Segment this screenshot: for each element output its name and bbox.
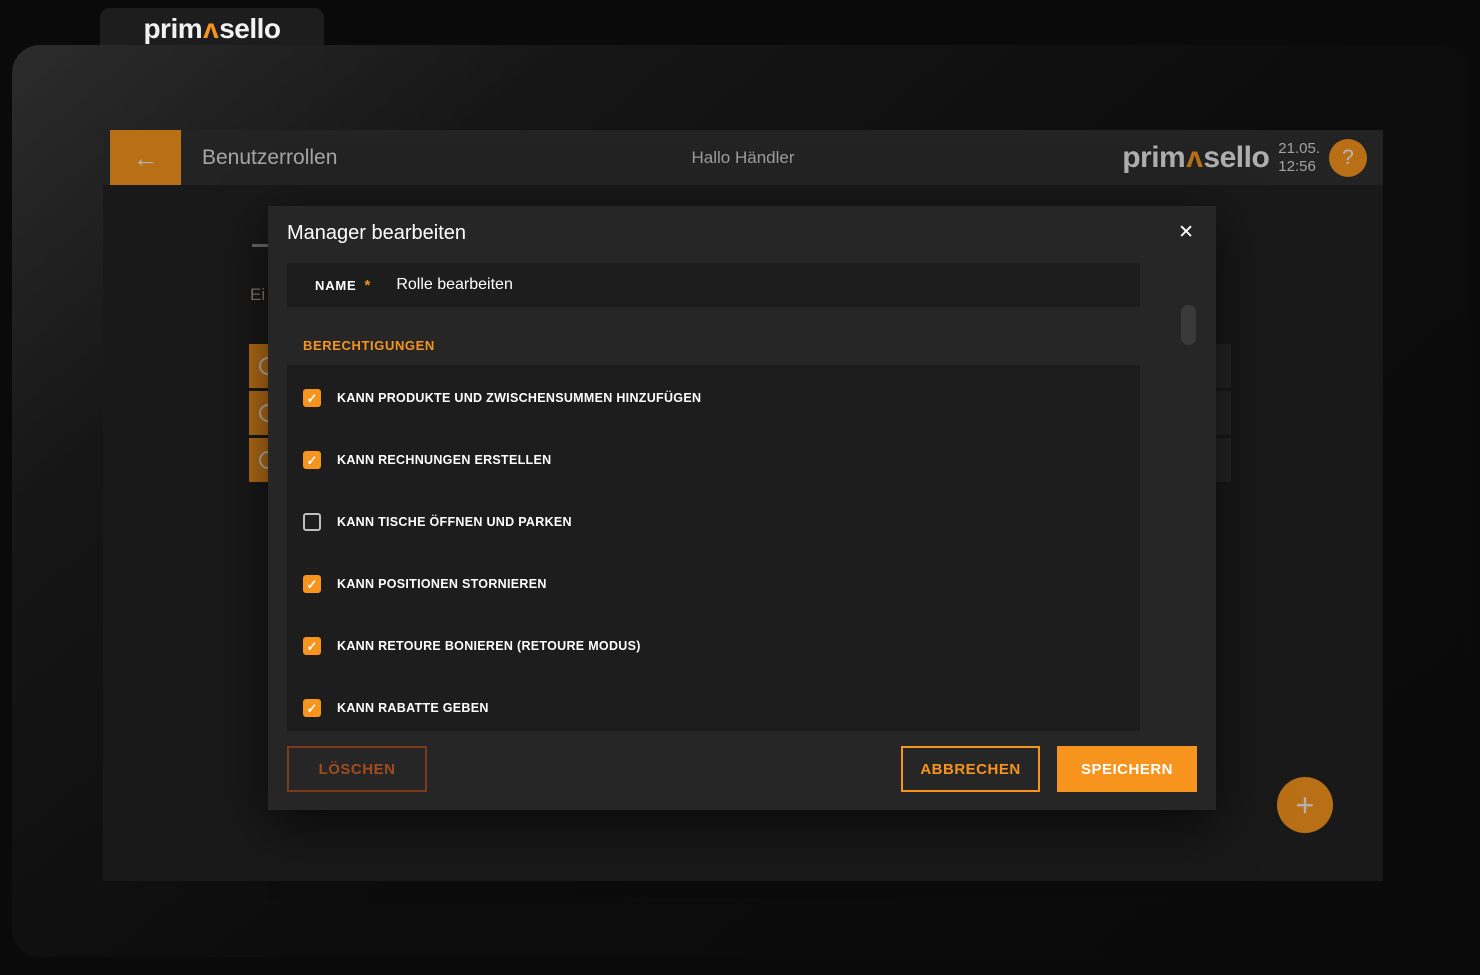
checkbox-unchecked-icon[interactable] <box>303 513 321 531</box>
name-input[interactable]: NAME * Rolle bearbeiten <box>287 263 1140 307</box>
checkmark-icon: ✓ <box>307 702 318 715</box>
edit-role-modal: Manager bearbeiten ✕ NAME * Rolle bearbe… <box>268 206 1216 810</box>
checkbox-checked-icon[interactable]: ✓ <box>303 637 321 655</box>
permission-label: KANN POSITIONEN STORNIEREN <box>337 577 547 591</box>
name-field-label: NAME <box>315 278 356 293</box>
delete-button[interactable]: LÖSCHEN <box>287 746 427 792</box>
close-icon: ✕ <box>1178 222 1194 243</box>
checkmark-icon: ✓ <box>307 454 318 467</box>
permission-row: ✓ KANN POSITIONEN STORNIEREN <box>287 572 1140 596</box>
brand-logo: primʌsello <box>143 13 280 45</box>
checkmark-icon: ✓ <box>307 392 318 405</box>
cancel-button[interactable]: ABBRECHEN <box>901 746 1040 792</box>
permission-label: KANN RABATTE GEBEN <box>337 701 489 715</box>
page: primʌsello Ei + ← Benutzerrollen Hallo H… <box>0 0 1480 975</box>
brand-tab[interactable]: primʌsello <box>100 8 324 50</box>
permission-label: KANN PRODUKTE UND ZWISCHENSUMMEN HINZUFÜ… <box>337 391 701 405</box>
save-button[interactable]: SPEICHERN <box>1057 746 1197 792</box>
permission-row: ✓ KANN RABATTE GEBEN <box>287 696 1140 720</box>
checkbox-checked-icon[interactable]: ✓ <box>303 699 321 717</box>
checkbox-checked-icon[interactable]: ✓ <box>303 451 321 469</box>
required-asterisk-icon: * <box>364 277 370 294</box>
permissions-heading: BERECHTIGUNGEN <box>303 338 435 353</box>
name-field-value: Rolle bearbeiten <box>396 276 513 294</box>
checkmark-icon: ✓ <box>307 578 318 591</box>
permissions-list: ✓ KANN PRODUKTE UND ZWISCHENSUMMEN HINZUF… <box>287 365 1140 731</box>
scrollbar-thumb[interactable] <box>1181 305 1196 345</box>
permission-row: ✓ KANN PRODUKTE UND ZWISCHENSUMMEN HINZUF… <box>287 386 1140 410</box>
permission-row: KANN TISCHE ÖFFNEN UND PARKEN <box>287 510 1140 534</box>
permission-label: KANN RETOURE BONIEREN (RETOURE MODUS) <box>337 639 641 653</box>
permission-row: ✓ KANN RETOURE BONIEREN (RETOURE MODUS) <box>287 634 1140 658</box>
logo-caret-icon: ʌ <box>202 13 219 44</box>
checkmark-icon: ✓ <box>307 640 318 653</box>
permission-label: KANN TISCHE ÖFFNEN UND PARKEN <box>337 515 572 529</box>
checkbox-checked-icon[interactable]: ✓ <box>303 575 321 593</box>
checkbox-checked-icon[interactable]: ✓ <box>303 389 321 407</box>
close-button[interactable]: ✕ <box>1174 219 1198 246</box>
permission-row: ✓ KANN RECHNUNGEN ERSTELLEN <box>287 448 1140 472</box>
modal-title: Manager bearbeiten <box>287 222 466 245</box>
permission-label: KANN RECHNUNGEN ERSTELLEN <box>337 453 551 467</box>
